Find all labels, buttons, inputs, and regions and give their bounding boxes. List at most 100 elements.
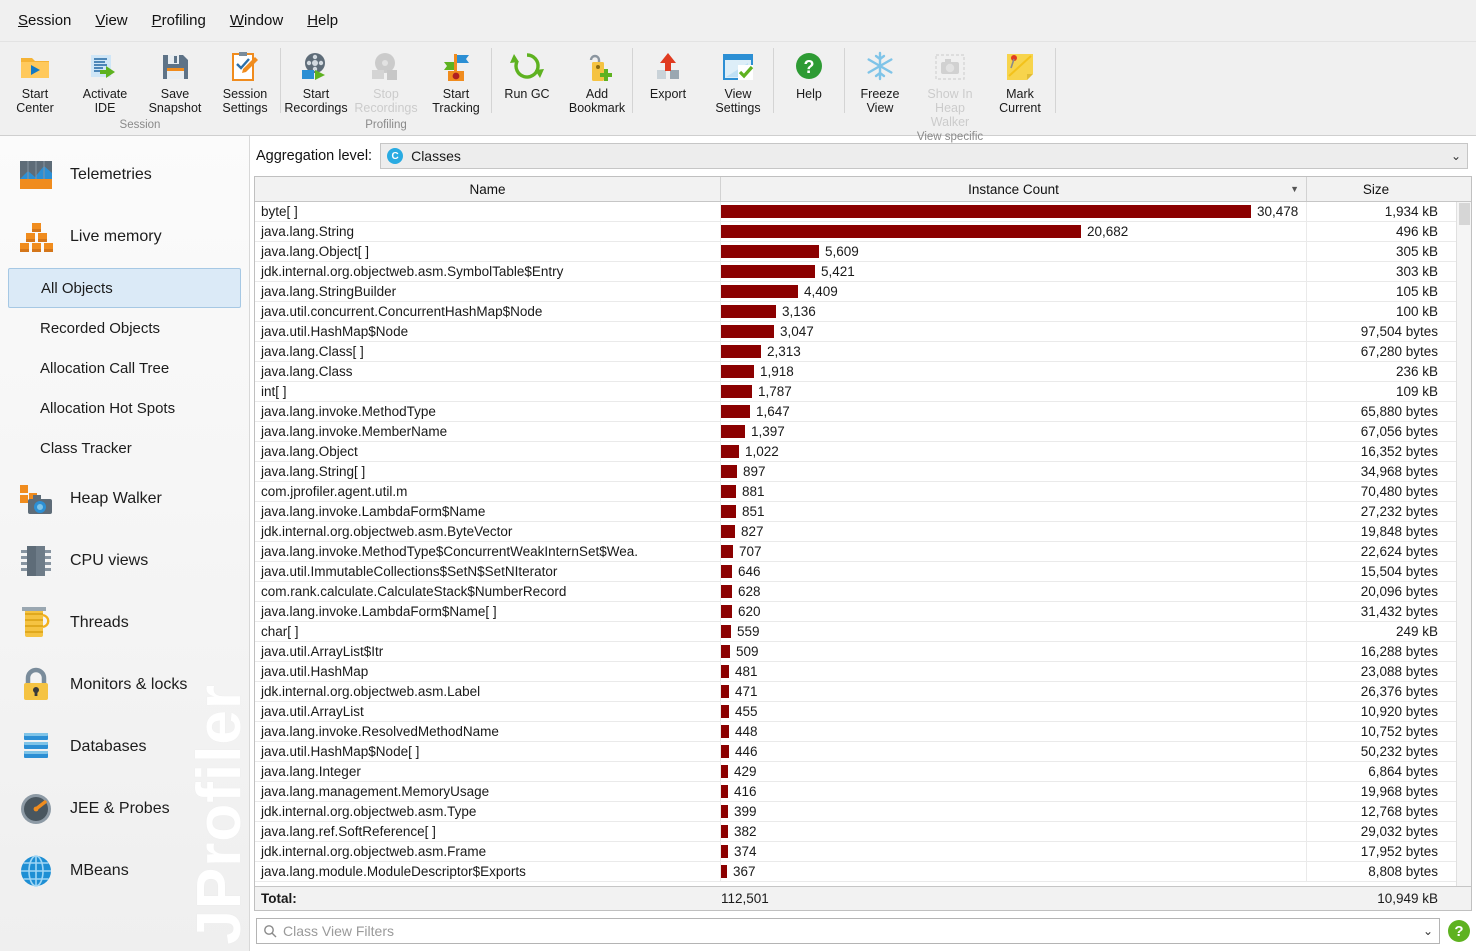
aggregation-level-label: Aggregation level: (256, 148, 373, 164)
table-row[interactable]: java.lang.module.ModuleDescriptor$Export… (255, 862, 1471, 882)
cell-instance-count: 707 (721, 542, 1307, 561)
table-row[interactable]: jdk.internal.org.objectweb.asm.SymbolTab… (255, 262, 1471, 282)
instance-count-value: 707 (739, 544, 762, 559)
sidebar-item-allocation-hot-spots[interactable]: Allocation Hot Spots (8, 388, 241, 428)
table-row[interactable]: java.util.HashMap$Node 3,047 97,504 bytes (255, 322, 1471, 342)
session-settings-button[interactable]: Session Settings (210, 48, 280, 117)
mark-current-icon (1003, 50, 1037, 84)
instance-count-bar (721, 605, 732, 618)
menu-item-help[interactable]: Help (295, 8, 350, 33)
start-center-button[interactable]: Start Center (0, 48, 70, 117)
table-vertical-scrollbar[interactable] (1456, 202, 1471, 886)
sidebar-item-allocation-call-tree[interactable]: Allocation Call Tree (8, 348, 241, 388)
sidebar-item-telemetries[interactable]: Telemetries (0, 144, 249, 206)
menu-item-view[interactable]: View (83, 8, 139, 33)
menu-bar: Session View Profiling Window Help (0, 0, 1476, 42)
sidebar-item-threads[interactable]: Threads (0, 592, 249, 654)
sidebar-item-live-memory[interactable]: Live memory (0, 206, 249, 268)
sidebar-item-monitors-locks[interactable]: Monitors & locks (0, 654, 249, 716)
view-settings-button[interactable]: View Settings (703, 48, 773, 117)
table-row[interactable]: java.util.HashMap$Node[ ] 446 50,232 bytes (255, 742, 1471, 762)
cell-instance-count: 851 (721, 502, 1307, 521)
sidebar-item-recorded-objects[interactable]: Recorded Objects (8, 308, 241, 348)
table-row[interactable]: java.lang.ref.SoftReference[ ] 382 29,032 … (255, 822, 1471, 842)
table-row[interactable]: jdk.internal.org.objectweb.asm.Frame 374 1… (255, 842, 1471, 862)
cell-class-name: java.lang.management.MemoryUsage (255, 782, 721, 801)
mark-current-button[interactable]: Mark Current (985, 48, 1055, 117)
run-gc-button[interactable]: Run GC (492, 48, 562, 103)
activate-ide-button[interactable]: Activate IDE (70, 48, 140, 117)
table-row[interactable]: java.lang.invoke.LambdaForm$Name 851 27,23… (255, 502, 1471, 522)
cell-class-name: java.lang.module.ModuleDescriptor$Export… (255, 862, 721, 881)
table-row[interactable]: com.rank.calculate.CalculateStack$Number… (255, 582, 1471, 602)
instance-count-bar (721, 685, 729, 698)
cell-size: 97,504 bytes (1360, 324, 1438, 339)
table-row[interactable]: java.lang.Object[ ] 5,609 305 kB (255, 242, 1471, 262)
instance-count-bar (721, 245, 819, 258)
cell-instance-count: 471 (721, 682, 1307, 701)
sidebar-item-cpu-views[interactable]: CPU views (0, 530, 249, 592)
table-row[interactable]: jdk.internal.org.objectweb.asm.ByteVecto… (255, 522, 1471, 542)
sidebar-item-mbeans[interactable]: MBeans (0, 840, 249, 902)
sidebar-item-class-tracker[interactable]: Class Tracker (8, 428, 241, 468)
filter-help-button[interactable]: ? (1448, 920, 1470, 942)
column-header-instance-count[interactable]: Instance Count ▼ (721, 177, 1307, 201)
table-row[interactable]: char[ ] 559 249 kB (255, 622, 1471, 642)
table-row[interactable]: java.lang.invoke.LambdaForm$Name[ ] 620 31… (255, 602, 1471, 622)
cell-size: 23,088 bytes (1360, 664, 1438, 679)
instance-count-value: 20,682 (1087, 224, 1129, 239)
cell-size: 26,376 bytes (1360, 684, 1438, 699)
toolbar-group-session: Start Center Activate IDE Save Snapshot … (0, 42, 280, 135)
chevron-down-icon[interactable]: ⌄ (1423, 924, 1433, 938)
cell-class-name: java.util.HashMap$Node (255, 322, 721, 341)
start-recordings-button[interactable]: Start Recordings (281, 48, 351, 117)
export-button[interactable]: Export (633, 48, 703, 103)
instance-count-bar (721, 265, 815, 278)
table-row[interactable]: java.lang.Class[ ] 2,313 67,280 bytes (255, 342, 1471, 362)
add-bookmark-button[interactable]: Add Bookmark (562, 48, 632, 117)
cell-class-name: java.util.concurrent.ConcurrentHashMap$N… (255, 302, 721, 321)
table-row[interactable]: java.util.concurrent.ConcurrentHashMap$N… (255, 302, 1471, 322)
freeze-view-button[interactable]: Freeze View (845, 48, 915, 117)
table-row[interactable]: java.util.ArrayList$Itr 509 16,288 bytes (255, 642, 1471, 662)
table-row[interactable]: java.util.ImmutableCollections$SetN$SetN… (255, 562, 1471, 582)
table-row[interactable]: java.lang.invoke.MethodType 1,647 65,880 b… (255, 402, 1471, 422)
sidebar-item-heap-walker[interactable]: Heap Walker (0, 468, 249, 530)
instance-count-value: 5,421 (821, 264, 855, 279)
table-row[interactable]: byte[ ] 30,478 1,934 kB (255, 202, 1471, 222)
table-row[interactable]: jdk.internal.org.objectweb.asm.Type 399 12… (255, 802, 1471, 822)
help-button[interactable]: ? Help (774, 48, 844, 103)
table-row[interactable]: com.jprofiler.agent.util.m 881 70,480 byte… (255, 482, 1471, 502)
menu-item-session[interactable]: Session (6, 8, 83, 33)
menu-item-window[interactable]: Window (218, 8, 295, 33)
table-row[interactable]: java.lang.invoke.MemberName 1,397 67,056 b… (255, 422, 1471, 442)
table-row[interactable]: java.util.ArrayList 455 10,920 bytes (255, 702, 1471, 722)
table-scrollbar-thumb[interactable] (1459, 203, 1470, 225)
table-row[interactable]: java.lang.invoke.ResolvedMethodName 448 10… (255, 722, 1471, 742)
table-row[interactable]: java.lang.Class 1,918 236 kB (255, 362, 1471, 382)
sidebar-item-all-objects[interactable]: All Objects (8, 268, 241, 308)
column-header-name[interactable]: Name (255, 177, 721, 201)
table-row[interactable]: java.util.HashMap 481 23,088 bytes (255, 662, 1471, 682)
sidebar-label-recorded-objects: Recorded Objects (40, 319, 161, 337)
add-bookmark-label: Add Bookmark (568, 87, 626, 115)
start-tracking-button[interactable]: Start Tracking (421, 48, 491, 117)
table-row[interactable]: java.lang.management.MemoryUsage 416 19,96… (255, 782, 1471, 802)
cell-size: 1,934 kB (1384, 204, 1438, 219)
save-snapshot-button[interactable]: Save Snapshot (140, 48, 210, 117)
table-row[interactable]: java.lang.invoke.MethodType$ConcurrentWe… (255, 542, 1471, 562)
toolbar-group-export: Export View Settings (633, 42, 773, 135)
table-row[interactable]: java.lang.String 20,682 496 kB (255, 222, 1471, 242)
column-header-size[interactable]: Size (1307, 177, 1445, 201)
table-row[interactable]: jdk.internal.org.objectweb.asm.Label 471 2… (255, 682, 1471, 702)
table-row[interactable]: java.lang.StringBuilder 4,409 105 kB (255, 282, 1471, 302)
table-row[interactable]: java.lang.Integer 429 6,864 bytes (255, 762, 1471, 782)
sidebar-item-databases[interactable]: Databases (0, 716, 249, 778)
menu-item-profiling[interactable]: Profiling (140, 8, 218, 33)
sidebar-item-jee-probes[interactable]: JEE & Probes (0, 778, 249, 840)
table-row[interactable]: java.lang.String[ ] 897 34,968 bytes (255, 462, 1471, 482)
table-row[interactable]: java.lang.Object 1,022 16,352 bytes (255, 442, 1471, 462)
class-view-filter-input[interactable]: Class View Filters ⌄ (256, 918, 1440, 944)
table-row[interactable]: int[ ] 1,787 109 kB (255, 382, 1471, 402)
instance-count-bar (721, 365, 754, 378)
